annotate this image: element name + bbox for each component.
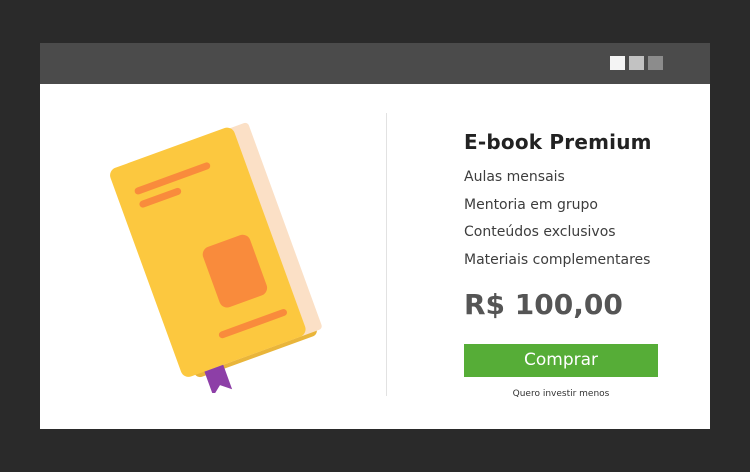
- feature-item: Aulas mensais: [464, 169, 565, 185]
- buy-button[interactable]: Comprar: [464, 344, 658, 377]
- product-panel: E-book Premium Aulas mensais Mentoria em…: [464, 128, 704, 322]
- product-price: R$ 100,00: [464, 288, 623, 321]
- feature-list: Aulas mensais Mentoria em grupo Conteúdo…: [464, 164, 704, 274]
- feature-item: Conteúdos exclusivos: [464, 224, 616, 240]
- book-icon: [110, 122, 322, 393]
- invest-less-link[interactable]: Quero investir menos: [464, 389, 658, 399]
- window-control-3[interactable]: [648, 56, 663, 70]
- feature-item: Materiais complementares: [464, 251, 651, 268]
- window-control-2[interactable]: [629, 56, 644, 70]
- window-control-1[interactable]: [610, 56, 625, 70]
- window-titlebar: [40, 43, 710, 84]
- feature-item: Mentoria em grupo: [464, 196, 598, 213]
- browser-window: E-book Premium Aulas mensais Mentoria em…: [40, 43, 710, 429]
- divider: [386, 113, 387, 396]
- product-title: E-book Premium: [464, 130, 652, 154]
